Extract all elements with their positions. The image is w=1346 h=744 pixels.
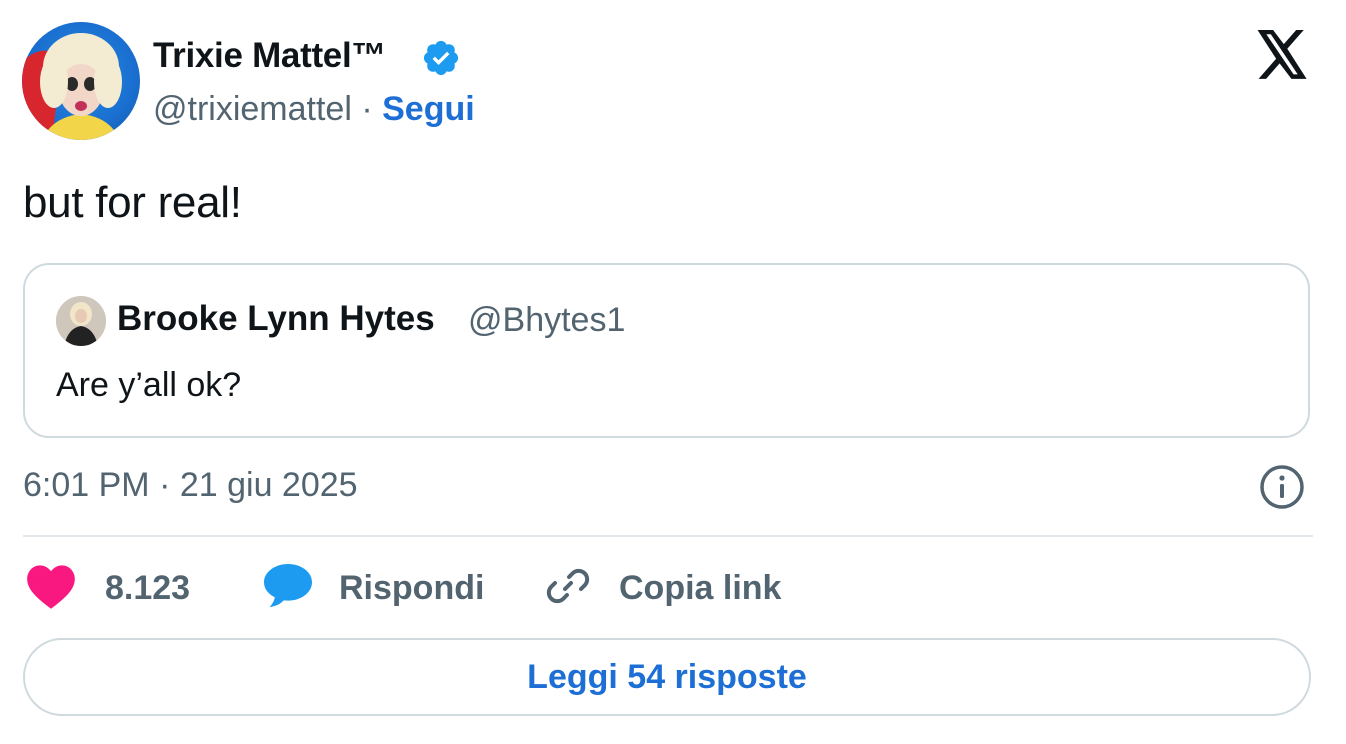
quoted-author-avatar[interactable]: [56, 296, 106, 346]
separator-dot: ·: [361, 90, 373, 128]
tweet-timestamp[interactable]: 6:01 PM · 21 giu 2025: [23, 466, 358, 505]
follow-link[interactable]: Segui: [382, 90, 475, 128]
copy-link-button[interactable]: Copia link: [543, 560, 781, 616]
quoted-tweet-card[interactable]: Brooke Lynn Hytes @Bhytes1 Are y’all ok?: [23, 263, 1310, 438]
like-button[interactable]: 8.123: [25, 560, 190, 616]
speech-bubble-icon: [262, 562, 314, 615]
read-replies-button[interactable]: Leggi 54 risposte: [23, 638, 1311, 716]
verified-badge-icon: [421, 38, 461, 78]
x-logo-icon[interactable]: [1254, 30, 1310, 80]
info-icon[interactable]: [1258, 463, 1306, 511]
author-display-name[interactable]: Trixie Mattel™: [153, 36, 386, 76]
reply-label: Rispondi: [339, 568, 485, 607]
divider: [23, 535, 1313, 537]
link-icon: [543, 561, 593, 616]
author-handle-line: @trixiemattel · Segui: [153, 90, 475, 129]
quoted-author-name: Brooke Lynn Hytes: [117, 299, 435, 338]
reply-button[interactable]: Rispondi: [262, 560, 484, 616]
like-count: 8.123: [105, 568, 191, 607]
tweet-text: but for real!: [23, 178, 242, 227]
copy-link-label: Copia link: [619, 568, 782, 607]
quoted-tweet-text: Are y’all ok?: [56, 366, 242, 404]
heart-icon: [25, 563, 77, 614]
author-handle[interactable]: @trixiemattel: [153, 90, 352, 128]
author-avatar[interactable]: [22, 22, 140, 140]
quoted-author-handle: @Bhytes1: [468, 301, 626, 339]
